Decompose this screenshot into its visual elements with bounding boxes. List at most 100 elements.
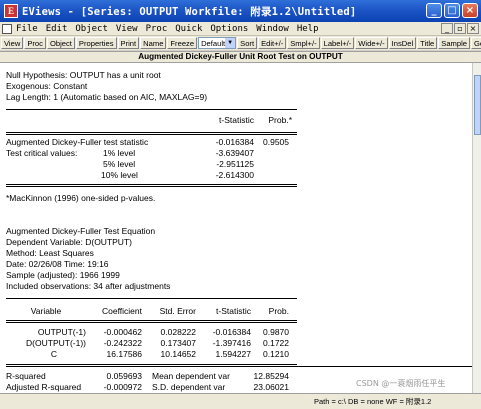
coef-value: -0.000462 <box>103 327 142 337</box>
coef-tstat: 1.594227 <box>215 349 251 359</box>
adf-prob-value: 0.9505 <box>263 137 289 147</box>
sample-line: Sample (adjusted): 1966 1999 <box>6 270 120 280</box>
menu-help[interactable]: Help <box>297 24 319 34</box>
minimize-button[interactable]: _ <box>426 3 442 18</box>
menu-proc[interactable]: Proc <box>146 24 168 34</box>
maximize-button[interactable]: □ <box>444 3 460 18</box>
menu-object[interactable]: Object <box>75 24 108 34</box>
chevron-down-icon[interactable]: ▼ <box>225 38 236 48</box>
status-path: Path = c:\ DB = none WF = 附录1.2 <box>314 397 432 406</box>
display-format-value: Default <box>201 38 226 48</box>
toolbar-freeze-button[interactable]: Freeze <box>167 37 198 49</box>
divider <box>6 186 297 187</box>
object-toolbar: View Proc Object Properties Print Name F… <box>0 36 481 50</box>
menu-file[interactable]: File <box>16 24 38 34</box>
toolbar-name-button[interactable]: Name <box>140 37 167 49</box>
critical-level: 5% level <box>103 159 136 169</box>
status-bar: Path = c:\ DB = none WF = 附录1.2 <box>0 393 481 409</box>
coef-value: -0.242322 <box>103 338 142 348</box>
toolbar-print-button[interactable]: Print <box>117 37 140 49</box>
coef-prob: 0.1722 <box>263 338 289 348</box>
toolbar-sample-button[interactable]: Sample <box>438 37 470 49</box>
stat-value: -0.000972 <box>103 382 142 392</box>
window-title: EViews - [Series: OUTPUT Workfile: 附录1.2… <box>22 5 357 18</box>
coef-header-coefficient: Coefficient <box>101 306 142 316</box>
divider <box>6 322 297 323</box>
adf-prob-header: Prob.* <box>268 115 292 125</box>
mdi-close-button[interactable]: × <box>467 23 479 34</box>
mackinnon-footnote: *MacKinnon (1996) one-sided p-values. <box>6 193 156 203</box>
critical-value: -2.951125 <box>216 159 254 169</box>
adf-statistic-value: -0.016384 <box>215 137 254 147</box>
mdi-minimize-button[interactable]: _ <box>441 23 453 34</box>
eviews-app-icon: E <box>4 4 18 18</box>
adf-tstat-header: t-Statistic <box>219 115 254 125</box>
method-line: Method: Least Squares <box>6 248 94 258</box>
coef-value: 16.17586 <box>106 349 142 359</box>
coef-variable: OUTPUT(-1) <box>37 327 86 337</box>
toolbar-proc-button[interactable]: Proc <box>24 37 46 49</box>
observations-line: Included observations: 34 after adjustme… <box>6 281 171 291</box>
null-hypothesis: Null Hypothesis: OUTPUT has a unit root <box>6 70 161 80</box>
scrollbar-thumb[interactable] <box>474 75 481 135</box>
coef-variable: D(OUTPUT(-1)) <box>26 338 86 348</box>
toolbar-object-button[interactable]: Object <box>46 37 75 49</box>
menu-window[interactable]: Window <box>256 24 289 34</box>
critical-level: 1% level <box>103 148 136 158</box>
coef-tstat: -1.397416 <box>212 338 251 348</box>
divider <box>6 366 472 367</box>
toolbar-smpl-button[interactable]: Smpl+/- <box>287 37 320 49</box>
coef-header-tstat: t-Statistic <box>216 306 251 316</box>
toolbar-sort-button[interactable]: Sort <box>237 37 258 49</box>
coef-header-stderr: Std. Error <box>159 306 196 316</box>
coef-stderr: 0.173407 <box>160 338 196 348</box>
coef-variable: C <box>50 349 57 359</box>
coef-header-variable: Variable <box>30 306 62 316</box>
toolbar-wide-button[interactable]: Wide+/- <box>355 37 388 49</box>
menu-bar: File Edit Object View Proc Quick Options… <box>0 22 481 36</box>
coef-stderr: 0.028222 <box>160 327 196 337</box>
toolbar-insdel-button[interactable]: InsDel <box>388 37 417 49</box>
coef-stderr: 10.14652 <box>160 349 196 359</box>
stat-label: S.D. dependent var <box>152 382 226 392</box>
coef-tstat: -0.016384 <box>212 327 251 337</box>
divider <box>6 320 297 321</box>
coef-prob: 0.1210 <box>263 349 289 359</box>
divider <box>6 134 297 135</box>
toolbar-label-button[interactable]: Label+/- <box>320 37 355 49</box>
dependent-variable: Dependent Variable: D(OUTPUT) <box>6 237 132 247</box>
menu-quick[interactable]: Quick <box>175 24 202 34</box>
toolbar-edit-button[interactable]: Edit+/- <box>258 37 287 49</box>
menu-options[interactable]: Options <box>210 24 248 34</box>
critical-values-label: Test critical values: <box>6 148 78 158</box>
display-format-select[interactable]: Default ▼ <box>198 37 237 49</box>
date-line: Date: 02/26/08 Time: 19:16 <box>6 259 109 269</box>
adf-statistic-label: Augmented Dickey-Fuller test statistic <box>6 137 149 147</box>
coef-header-prob: Prob. <box>268 306 289 316</box>
critical-value: -3.639407 <box>215 148 254 158</box>
stat-value: 23.06021 <box>253 382 289 392</box>
window-titlebar[interactable]: E EViews - [Series: OUTPUT Workfile: 附录1… <box>0 0 481 22</box>
mdi-restore-button[interactable]: ▫ <box>454 23 466 34</box>
toolbar-properties-button[interactable]: Properties <box>75 37 117 49</box>
output-header: Augmented Dickey-Fuller Unit Root Test o… <box>0 51 481 63</box>
divider <box>6 132 297 133</box>
document-icon[interactable] <box>2 23 12 34</box>
divider <box>6 298 297 299</box>
vertical-scrollbar[interactable] <box>472 63 481 393</box>
watermark-text: CSDN @一蓑烟雨任平生 <box>356 379 446 388</box>
exogenous-line: Exogenous: Constant <box>6 81 88 91</box>
stat-value: 12.85294 <box>253 371 289 381</box>
output-content: Null Hypothesis: OUTPUT has a unit root … <box>0 63 472 393</box>
toolbar-title-button[interactable]: Title <box>417 37 438 49</box>
divider <box>6 109 297 110</box>
stat-label: Mean dependent var <box>152 371 230 381</box>
toolbar-view-button[interactable]: View <box>1 37 24 49</box>
divider <box>6 184 297 185</box>
close-button[interactable]: × <box>462 3 478 18</box>
menu-view[interactable]: View <box>116 24 138 34</box>
menu-edit[interactable]: Edit <box>46 24 68 34</box>
stat-label: R-squared <box>6 371 46 381</box>
toolbar-genr-button[interactable]: Genr <box>471 37 481 49</box>
equation-title: Augmented Dickey-Fuller Test Equation <box>6 226 156 236</box>
